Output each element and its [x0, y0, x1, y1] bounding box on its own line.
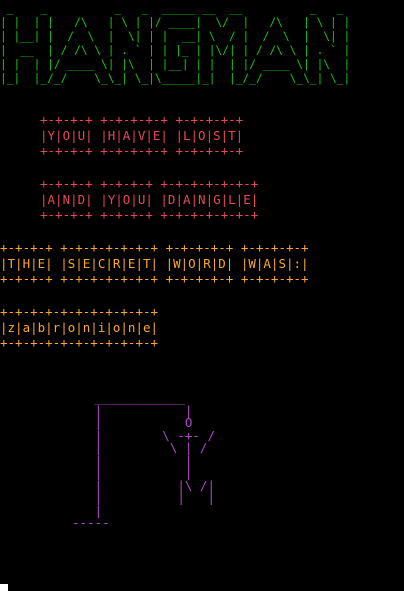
terminal-cursor: [0, 584, 8, 591]
you-have-lost-message: +-+-+-+ +-+-+-+-+ +-+-+-+-+ |Y|O|U| |H|A…: [40, 112, 244, 158]
hangman-gallows-drawing: ____________ | | | O | \ -+- / | \ | / |…: [72, 390, 215, 530]
and-you-dangle-message: +-+-+-+ +-+-+-+ +-+-+-+-+-+-+ |A|N|D| |Y…: [40, 176, 259, 222]
hangman-banner: _ _ _ _ _____ __ __ _ _ | | | | /\ | \ |…: [0, 2, 351, 85]
secret-word-label: +-+-+-+ +-+-+-+-+-+-+ +-+-+-+-+ +-+-+-+-…: [0, 240, 309, 286]
terminal-window: _ _ _ _ _____ __ __ _ _ | | | | /\ | \ |…: [0, 0, 404, 591]
secret-word-value: +-+-+-+-+-+-+-+-+-+-+ |z|a|b|r|o|n|i|o|n…: [0, 304, 159, 350]
